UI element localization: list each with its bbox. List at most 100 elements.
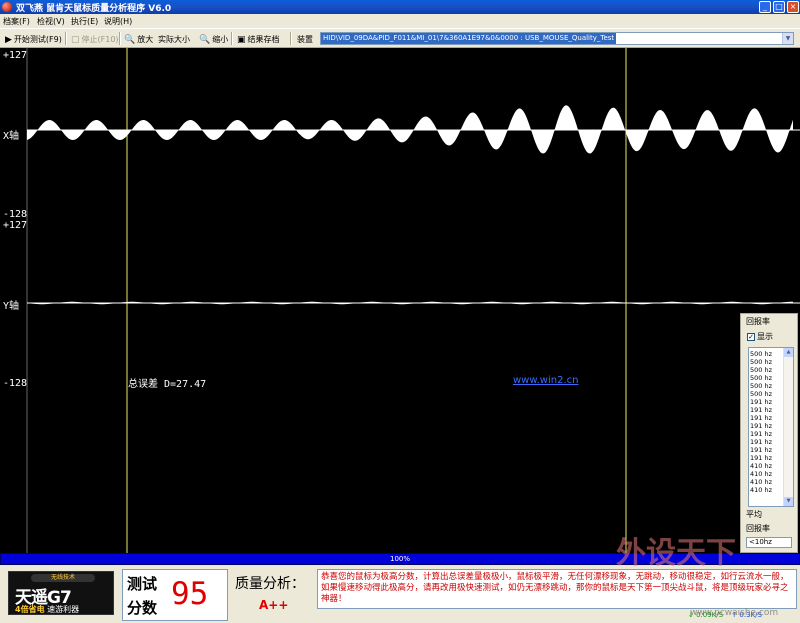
maximize-button[interactable]: □ xyxy=(773,1,785,13)
menu-execute[interactable]: 执行(E) xyxy=(71,16,98,27)
x-min-label: -128 xyxy=(3,209,28,220)
device-value: HID\VID_09DA&PID_F011&MI_01\7&360A1E97&0… xyxy=(321,33,617,44)
y-axis-waveform xyxy=(27,301,793,305)
y-axis-label: Y轴 xyxy=(3,301,20,312)
y-max-label: +127 xyxy=(3,220,28,231)
device-label: 装置 xyxy=(297,35,313,44)
magnifier-plus-icon: 🔍 xyxy=(124,35,136,45)
analysis-message: 恭喜您的鼠标为极高分数，计算出总误差量极极小，鼠标极平滑，无任何漂移现象，无跳动… xyxy=(317,569,797,609)
show-rate-checkbox[interactable]: ✓ 显示 xyxy=(747,331,773,342)
window-title: 双飞燕 鼠肯天鼠标质量分析程序 V6.0 xyxy=(16,4,172,14)
rate-item[interactable]: 500 hz xyxy=(750,366,783,374)
download-speed-value: 0.09K/S xyxy=(696,611,724,619)
device-select[interactable]: HID\VID_09DA&PID_F011&MI_01\7&360A1E97&0… xyxy=(320,32,794,45)
website-link[interactable]: www.win2.cn xyxy=(513,375,578,386)
stop-label: 停止(F10) xyxy=(81,35,119,44)
stop-icon: ▢ xyxy=(71,35,80,45)
rate-item[interactable]: 191 hz xyxy=(750,430,783,438)
rate-item[interactable]: 191 hz xyxy=(750,414,783,422)
upload-speed-value: 0.3K/S xyxy=(739,611,762,619)
rate-item[interactable]: 191 hz xyxy=(750,406,783,414)
menu-help[interactable]: 说明(H) xyxy=(104,16,132,27)
score-label-line2: 分数 xyxy=(127,599,158,617)
score-label-line1: 测试 xyxy=(127,575,158,593)
rate-item[interactable]: 500 hz xyxy=(750,390,783,398)
rate-list[interactable]: 500 hz 500 hz 500 hz 500 hz 500 hz 500 hz 191 … xyxy=(748,347,794,507)
rate-panel-title: 回报率 xyxy=(746,317,770,326)
stop-button[interactable]: ▢ 停止(F10) xyxy=(68,31,122,46)
rate-item[interactable]: 500 hz xyxy=(750,350,783,358)
progress-bar: 100% xyxy=(0,553,800,565)
app-icon xyxy=(2,2,12,12)
ad-subline: 4倍省电 速游利器 xyxy=(15,604,79,615)
save-result-label: 结果存档 xyxy=(247,35,280,44)
close-button[interactable]: × xyxy=(787,1,799,13)
average-rate-label: 回报率 xyxy=(746,524,770,533)
toolbar: ▶ 开始测试(F9) ▢ 停止(F10) 🔍 放大 实际大小 🔍 缩小 ▣ 结果存档 装置… xyxy=(0,28,800,48)
actual-size-label: 实际大小 xyxy=(158,35,190,44)
rate-item[interactable]: 410 hz xyxy=(750,462,783,470)
checkmark-icon: ✓ xyxy=(747,332,755,341)
average-label: 平均 xyxy=(746,510,762,519)
average-rate-value: <10hz xyxy=(746,537,792,548)
test-score-box: 测试 分数 95 xyxy=(122,569,228,621)
quality-analysis-box: 质量分析： A++ xyxy=(232,569,316,621)
toolbar-separator xyxy=(290,32,292,45)
menu-bar: 档案(F) 检视(V) 执行(E) 说明(H) xyxy=(0,14,800,28)
start-test-button[interactable]: ▶ 开始测试(F9) xyxy=(2,31,65,46)
rate-item[interactable]: 410 hz xyxy=(750,478,783,486)
total-error-text: 总误差 D=27.47 xyxy=(128,379,207,390)
toolbar-separator xyxy=(65,32,67,45)
floppy-disk-icon: ▣ xyxy=(237,35,246,45)
rate-item[interactable]: 500 hz xyxy=(750,374,783,382)
save-result-button[interactable]: ▣ 结果存档 xyxy=(234,31,283,46)
rate-item[interactable]: 191 hz xyxy=(750,454,783,462)
upload-speed: ↑ 0.3K/S xyxy=(731,611,762,619)
rate-item[interactable]: 191 hz xyxy=(750,398,783,406)
rate-item[interactable]: 500 hz xyxy=(750,382,783,390)
show-rate-label: 显示 xyxy=(757,332,773,341)
ad-sub-white: 速游利器 xyxy=(47,605,80,614)
zoom-out-button[interactable]: 🔍 缩小 xyxy=(196,31,231,46)
start-test-label: 开始测试(F9) xyxy=(13,35,62,44)
score-value: 95 xyxy=(171,576,209,612)
actual-size-button[interactable]: 实际大小 xyxy=(155,31,193,46)
menu-view[interactable]: 检视(V) xyxy=(37,16,65,27)
quality-grade: A++ xyxy=(259,598,289,612)
zoom-out-label: 缩小 xyxy=(212,35,229,44)
play-icon: ▶ xyxy=(5,35,12,45)
y-min-label: -128 xyxy=(3,378,28,389)
zoom-in-label: 放大 xyxy=(137,35,154,44)
menu-file[interactable]: 档案(F) xyxy=(3,16,30,27)
network-status: ↓ 0.09K/S ↑ 0.3K/S xyxy=(688,609,798,621)
ad-sub-yellow: 4倍省电 xyxy=(15,605,45,614)
rate-item[interactable]: 191 hz xyxy=(750,446,783,454)
x-axis-waveform xyxy=(27,105,793,154)
report-rate-panel: 回报率 ✓ 显示 500 hz 500 hz 500 hz 500 hz 500 hz 50… xyxy=(740,313,798,553)
scroll-down-icon[interactable]: ▼ xyxy=(784,497,793,506)
x-axis-label: X轴 xyxy=(3,131,20,142)
signal-plot: +127 X轴 -128 +127 Y轴 -128 总误差 D=27.47 ww… xyxy=(0,48,800,553)
rate-list-scrollbar[interactable]: ▲ ▼ xyxy=(783,348,793,506)
title-bar: 双飞燕 鼠肯天鼠标质量分析程序 V6.0 _ □ × xyxy=(0,0,800,14)
result-panel: 无线技术 天遥G7 4倍省电 速游利器 测试 分数 95 质量分析： A++ 恭… xyxy=(0,565,800,623)
waveform-canvas xyxy=(26,48,800,553)
rate-items: 500 hz 500 hz 500 hz 500 hz 500 hz 500 hz 191 … xyxy=(750,350,783,494)
zoom-in-button[interactable]: 🔍 放大 xyxy=(121,31,156,46)
rate-item[interactable]: 410 hz xyxy=(750,486,783,494)
x-max-label: +127 xyxy=(3,50,28,61)
toolbar-separator xyxy=(231,32,233,45)
progress-text: 100% xyxy=(389,555,410,563)
magnifier-minus-icon: 🔍 xyxy=(199,35,211,45)
scroll-up-icon[interactable]: ▲ xyxy=(784,348,793,357)
download-speed: ↓ 0.09K/S xyxy=(688,611,724,619)
quality-label: 质量分析： xyxy=(235,576,305,592)
rate-item[interactable]: 410 hz xyxy=(750,470,783,478)
product-ad-logo[interactable]: 无线技术 天遥G7 4倍省电 速游利器 xyxy=(8,571,114,615)
rate-item[interactable]: 191 hz xyxy=(750,438,783,446)
chevron-down-icon[interactable]: ▼ xyxy=(782,33,793,44)
ad-top-text: 无线技术 xyxy=(31,574,95,582)
rate-item[interactable]: 500 hz xyxy=(750,358,783,366)
rate-item[interactable]: 191 hz xyxy=(750,422,783,430)
minimize-button[interactable]: _ xyxy=(759,1,771,13)
